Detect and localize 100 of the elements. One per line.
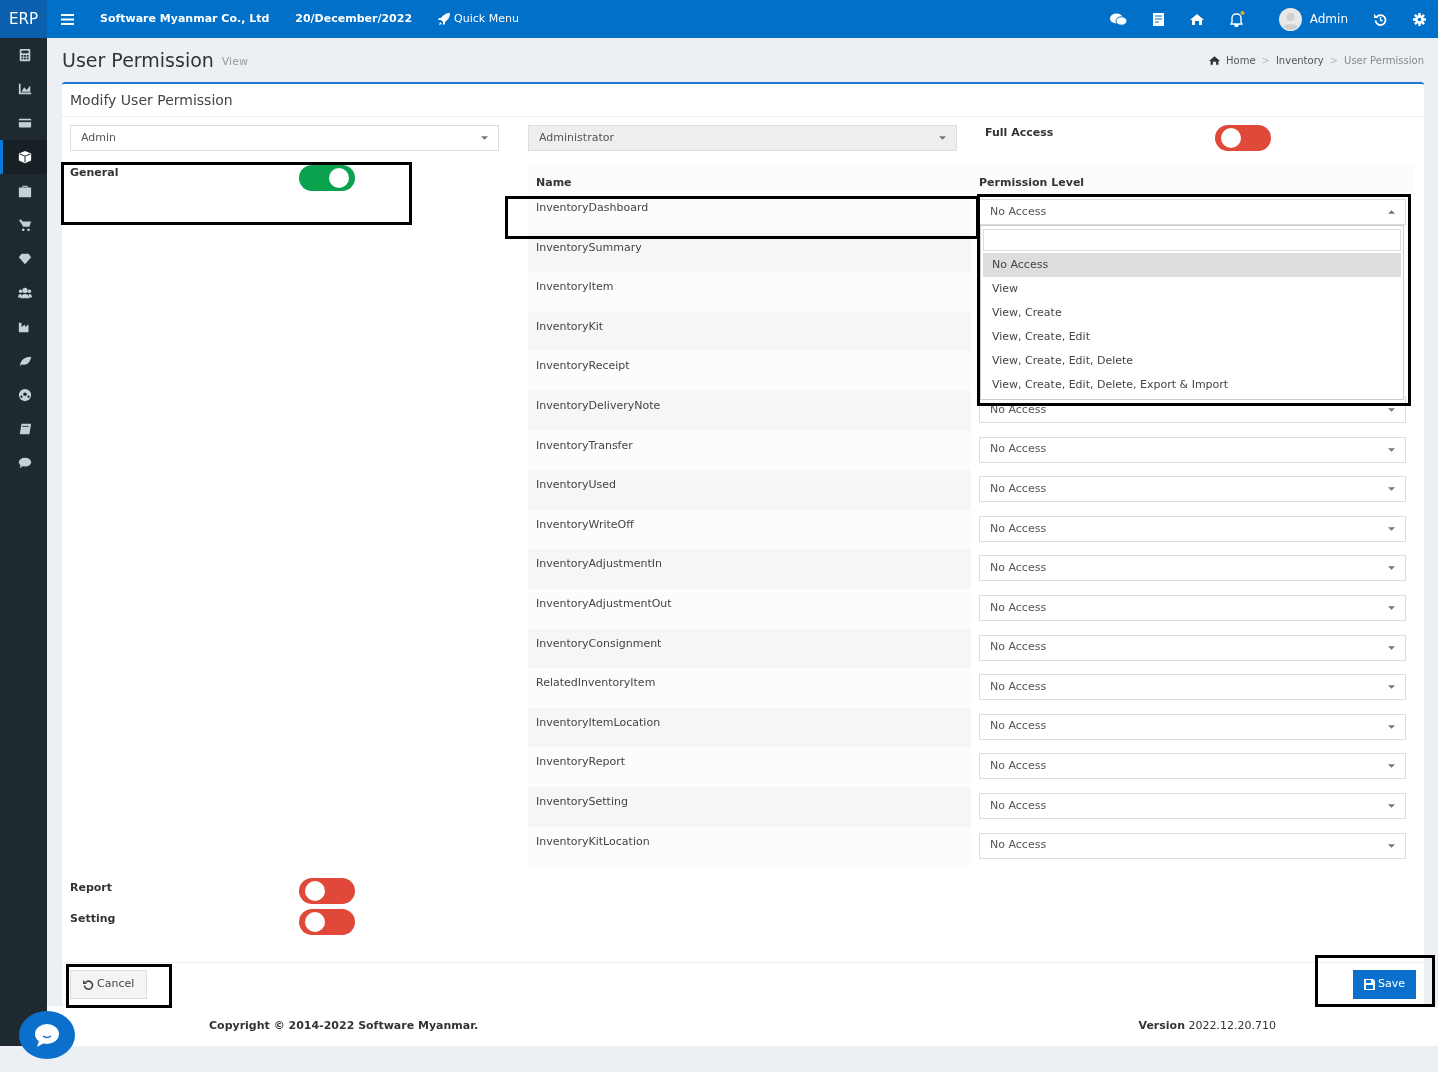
sidebar-item[interactable]: [0, 140, 47, 174]
menu-icon[interactable]: [61, 13, 74, 25]
dropdown-option[interactable]: No Access: [983, 253, 1401, 277]
role-select[interactable]: Administrator: [528, 125, 957, 151]
permission-name: InventorySetting: [536, 794, 628, 808]
caret-icon: [1388, 447, 1395, 452]
breadcrumb-current: User Permission: [1344, 53, 1424, 68]
dropdown-option[interactable]: View, Create, Edit: [983, 325, 1401, 349]
dropdown-option[interactable]: View, Create, Edit, Delete: [983, 349, 1401, 373]
rocket-icon: [438, 13, 451, 25]
permission-select[interactable]: No Access: [979, 674, 1406, 701]
bell-icon[interactable]: [1229, 11, 1245, 27]
users-icon: [18, 286, 32, 300]
breadcrumb-link[interactable]: Home: [1226, 52, 1256, 68]
area-chart-icon: [18, 82, 32, 96]
home-icon: [1209, 55, 1220, 65]
toggle-switch[interactable]: [299, 878, 355, 905]
permission-name: InventoryTransfer: [536, 438, 633, 452]
home-icon[interactable]: [1189, 13, 1204, 25]
permission-select[interactable]: No Access: [979, 753, 1406, 780]
breadcrumb-link[interactable]: Inventory: [1275, 52, 1324, 68]
permission-name: InventoryWriteOff: [536, 517, 634, 531]
caret-icon: [1388, 487, 1395, 492]
breadcrumb-separator: >: [1261, 53, 1270, 68]
permission-select[interactable]: No Access: [979, 476, 1406, 503]
factory-icon: [18, 320, 32, 334]
cancel-button[interactable]: Cancel: [70, 970, 148, 999]
book-icon: [18, 422, 32, 436]
caret-icon: [1388, 764, 1395, 769]
user-name[interactable]: Admin: [1309, 10, 1348, 28]
permission-name: InventoryKit: [536, 319, 604, 333]
permission-name: InventoryReport: [536, 755, 625, 769]
permission-select[interactable]: No Access: [979, 436, 1406, 463]
search-field[interactable]: [983, 229, 1401, 251]
comment-icon: [18, 456, 32, 470]
caret-icon: [939, 136, 946, 140]
permission-name: InventoryItem: [536, 280, 614, 294]
permission-select[interactable]: No Access: [979, 199, 1406, 225]
permission-name: InventoryKitLocation: [536, 834, 650, 848]
diamond-icon: [18, 252, 32, 266]
caret-icon: [1388, 605, 1395, 610]
avatar-icon[interactable]: [1278, 7, 1302, 31]
toggle-switch[interactable]: [1215, 125, 1271, 151]
cart-icon: [18, 218, 32, 232]
permission-select[interactable]: No Access: [979, 555, 1406, 582]
caret-icon: [1388, 407, 1395, 412]
permission-select[interactable]: No Access: [979, 594, 1406, 621]
caret-icon: [1388, 803, 1395, 808]
undo-icon: [83, 979, 94, 991]
permission-name: InventorySummary: [536, 240, 642, 254]
permission-select[interactable]: No Access: [979, 515, 1406, 542]
page-title: User Permission: [62, 47, 214, 73]
permission-name: RelatedInventoryItem: [536, 676, 656, 690]
permission-select[interactable]: No Access: [979, 792, 1406, 819]
full-access-label: Full Access: [985, 125, 1055, 141]
speech-bubble-icon: [34, 1023, 60, 1047]
permission-name: InventoryAdjustmentIn: [536, 557, 662, 571]
chat-icon[interactable]: [1109, 12, 1127, 26]
briefcase-icon: [18, 184, 32, 198]
caret-icon: [1388, 843, 1395, 848]
module-label: Setting: [70, 911, 116, 928]
leaf-icon: [18, 354, 32, 368]
company-name: Software Myanmar Co., Ltd: [100, 10, 270, 27]
permission-select[interactable]: No Access: [979, 713, 1406, 740]
caret-icon: [1388, 685, 1395, 690]
caret-icon: [1388, 210, 1395, 214]
dropdown-option[interactable]: View, Create, Edit, Delete, Export & Import: [983, 373, 1401, 397]
history-icon[interactable]: [1374, 12, 1387, 26]
permission-name: InventoryReceipt: [536, 359, 630, 373]
permission-name: InventoryAdjustmentOut: [536, 596, 672, 610]
calculator-icon: [18, 48, 32, 62]
document-icon[interactable]: [1152, 12, 1164, 26]
caret-icon: [1388, 645, 1395, 650]
column-header: Name: [536, 175, 572, 189]
current-date: 20/December/2022: [295, 10, 413, 27]
breadcrumb-separator: >: [1329, 53, 1339, 68]
permission-name: InventoryItemLocation: [536, 715, 661, 729]
settings-icon[interactable]: [1413, 12, 1426, 26]
toggle-switch[interactable]: [299, 909, 355, 936]
save-button[interactable]: Save: [1353, 970, 1416, 999]
card-title: Modify User Permission: [70, 90, 233, 110]
cube-icon: [18, 150, 32, 164]
toggle-switch[interactable]: [299, 165, 355, 191]
permission-name: InventoryUsed: [536, 478, 617, 492]
dropdown-option[interactable]: View, Create: [983, 301, 1401, 325]
copyright-text: Copyright © 2014-2022 Software Myanmar.: [209, 1017, 479, 1034]
quick-menu-link[interactable]: Quick Menu: [438, 10, 519, 28]
caret-icon: [1388, 724, 1395, 729]
column-header: Permission Level: [979, 175, 1085, 189]
version-text: Version 2022.12.20.710: [1138, 1017, 1276, 1034]
app-logo[interactable]: ERP: [0, 0, 47, 38]
dropdown-option[interactable]: View: [983, 277, 1401, 301]
credit-card-icon: [18, 116, 32, 130]
permission-name: InventoryConsignment: [536, 636, 662, 650]
permission-name: InventoryDeliveryNote: [536, 398, 661, 412]
page-subtitle: View: [221, 54, 248, 71]
caret-icon: [1388, 526, 1395, 531]
permission-select[interactable]: No Access: [979, 634, 1406, 661]
user-select[interactable]: Admin: [70, 125, 499, 151]
permission-select[interactable]: No Access: [979, 832, 1406, 859]
